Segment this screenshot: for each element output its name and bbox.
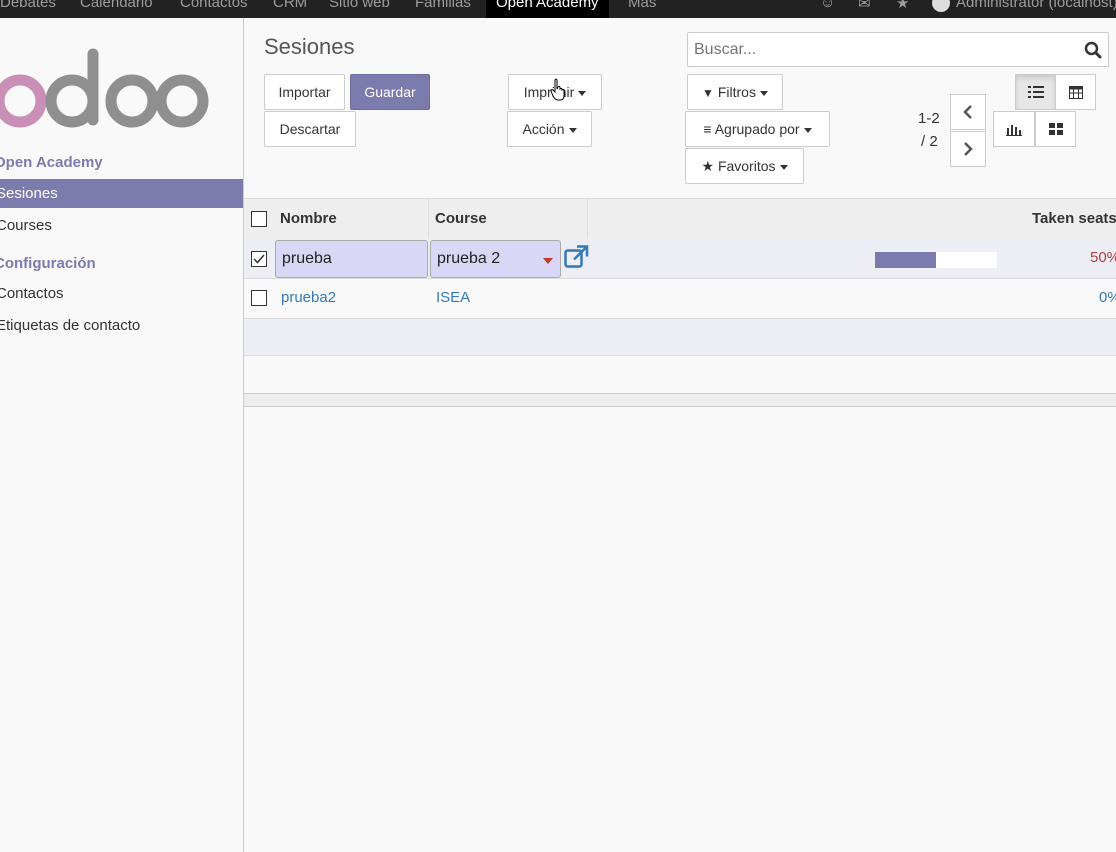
- list-view-button[interactable]: [1015, 74, 1056, 110]
- menu-calendario[interactable]: Calendario: [80, 0, 153, 11]
- group-by-label: Agrupado por: [714, 121, 800, 137]
- sidebar-item-contactos[interactable]: Contactos: [0, 279, 243, 308]
- external-link-icon[interactable]: [564, 245, 589, 273]
- search-box[interactable]: [687, 32, 1109, 67]
- course-cell[interactable]: ISEA: [436, 289, 470, 306]
- pager-range[interactable]: 1-2: [918, 110, 940, 127]
- sidebar-item-sesiones[interactable]: Sesiones: [0, 179, 243, 208]
- table-row[interactable]: prueba prueba 2 50%: [244, 239, 1116, 279]
- grid-icon: [1048, 123, 1063, 135]
- page-title: Sesiones: [264, 34, 355, 59]
- messages-icon[interactable]: ✉: [858, 0, 871, 12]
- import-button[interactable]: Importar: [264, 74, 345, 110]
- group-by-dropdown[interactable]: ≡ Agrupado por: [685, 111, 830, 147]
- bar-chart-icon: [1006, 124, 1022, 136]
- user-menu[interactable]: Administrator (localhost): [932, 0, 1116, 13]
- taken-seats-value: 0%: [1099, 289, 1116, 306]
- course-select[interactable]: prueba 2: [430, 240, 561, 278]
- favorites-label: Favoritos: [717, 158, 776, 174]
- menu-debates[interactable]: Debates: [0, 0, 56, 11]
- graph-view-button[interactable]: [993, 111, 1035, 147]
- select-all-checkbox[interactable]: [251, 211, 267, 227]
- bars-icon: ≡: [703, 121, 712, 137]
- column-header-nombre[interactable]: Nombre: [274, 199, 429, 239]
- search-icon[interactable]: [1084, 41, 1102, 63]
- main-content: Sesiones Importar Guardar Descartar Impr…: [244, 18, 1116, 852]
- column-header-taken-seats[interactable]: Taken seats: [1024, 199, 1116, 239]
- sidebar-section-configuracion: Configuración: [0, 255, 96, 272]
- avatar: [932, 0, 950, 13]
- sidebar-item-etiquetas[interactable]: Etiquetas de contacto: [0, 311, 243, 340]
- menu-familias[interactable]: Familias: [415, 0, 471, 11]
- sidebar-item-courses[interactable]: Courses: [0, 211, 243, 240]
- list-footer: [244, 393, 1116, 407]
- menu-contactos[interactable]: Contactos: [180, 0, 248, 11]
- odoo-logo: [0, 44, 211, 134]
- caret-down-icon: [578, 90, 587, 96]
- menu-sitio-web[interactable]: Sitio web: [329, 0, 390, 11]
- taken-seats-value: 50%: [1090, 249, 1116, 266]
- pager-previous-button[interactable]: [950, 94, 986, 130]
- chat-icon[interactable]: ☺: [820, 0, 835, 11]
- name-input[interactable]: prueba: [275, 240, 428, 278]
- list-header: Nombre Course Taken seats: [244, 198, 1116, 240]
- action-label: Acción: [522, 121, 565, 137]
- caret-down-icon: [779, 164, 788, 170]
- caret-down-icon: [803, 127, 812, 133]
- name-cell[interactable]: prueba2: [281, 289, 336, 306]
- top-navbar: Debates Calendario Contactos CRM Sitio w…: [0, 0, 1116, 18]
- search-input[interactable]: [688, 33, 1068, 66]
- caret-down-icon: [568, 127, 577, 133]
- hand-cursor-icon: [550, 78, 568, 106]
- pager-next-button[interactable]: [950, 131, 986, 167]
- row-checkbox[interactable]: [251, 251, 267, 267]
- progress-fill: [875, 252, 936, 268]
- empty-row: [244, 319, 1116, 356]
- discard-button[interactable]: Descartar: [264, 111, 356, 147]
- menu-open-academy[interactable]: Open Academy: [486, 0, 609, 18]
- column-header-course[interactable]: Course: [429, 199, 588, 239]
- caret-down-icon: [543, 258, 553, 264]
- user-name: Administrator (localhost): [956, 0, 1116, 11]
- sidebar-section-open-academy: Open Academy: [0, 154, 103, 171]
- taken-seats-progress: [874, 251, 998, 269]
- course-value: prueba 2: [437, 250, 501, 267]
- sidebar: Open Academy Sesiones Courses Configurac…: [0, 18, 244, 852]
- activity-icon[interactable]: ★: [896, 0, 909, 12]
- favorites-dropdown[interactable]: ★ Favoritos: [685, 148, 804, 184]
- kanban-view-button[interactable]: [1035, 111, 1076, 147]
- row-checkbox[interactable]: [251, 290, 267, 306]
- caret-down-icon: [759, 90, 768, 96]
- star-icon: ★: [701, 158, 715, 174]
- table-row[interactable]: prueba2 ISEA 0%: [244, 279, 1116, 319]
- calendar-icon: [1068, 86, 1083, 99]
- action-dropdown[interactable]: Acción: [507, 111, 592, 147]
- filters-label: Filtros: [717, 84, 756, 100]
- calendar-view-button[interactable]: [1055, 74, 1096, 110]
- save-button[interactable]: Guardar: [350, 74, 430, 110]
- filters-dropdown[interactable]: ▼ Filtros: [687, 74, 783, 110]
- menu-crm[interactable]: CRM: [273, 0, 307, 11]
- list-icon: [1027, 86, 1044, 98]
- menu-mas[interactable]: Más: [628, 0, 656, 11]
- checkmark-icon: [253, 254, 265, 264]
- chevron-left-icon: [963, 105, 972, 119]
- filter-icon: ▼: [702, 86, 714, 100]
- pager-total: / 2: [921, 133, 938, 150]
- chevron-right-icon: [964, 142, 973, 156]
